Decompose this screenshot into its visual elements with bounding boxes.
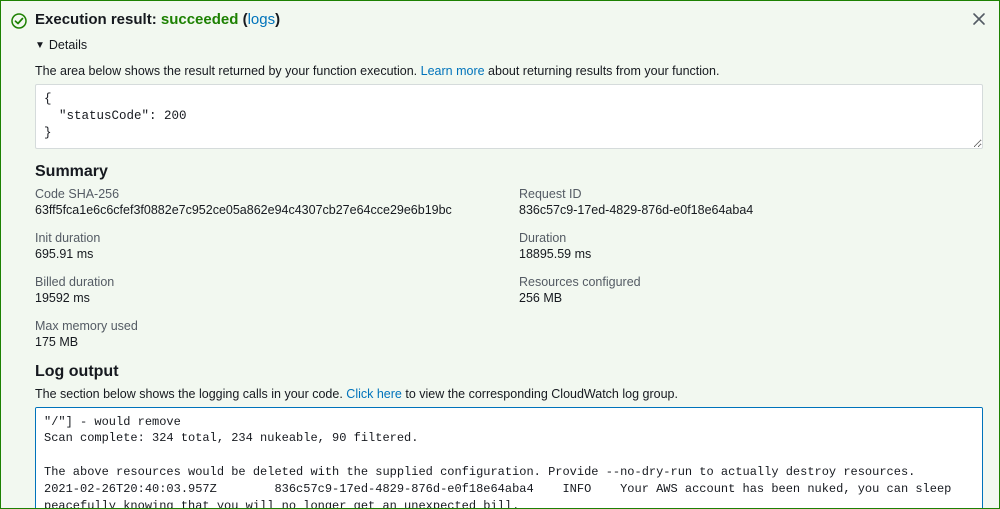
details-toggle-label: Details xyxy=(49,38,87,52)
title-prefix: Execution result: xyxy=(35,11,161,28)
log-output-box[interactable]: "/"] - would remove Scan complete: 324 t… xyxy=(35,407,983,509)
kv-request-id: Request ID 836c57c9-17ed-4829-876d-e0f18… xyxy=(519,187,983,217)
cloudwatch-click-here-link[interactable]: Click here xyxy=(346,387,402,401)
kv-billed-duration: Billed duration 19592 ms xyxy=(35,275,499,305)
details-toggle[interactable]: ▼ Details xyxy=(35,38,87,52)
chevron-down-icon: ▼ xyxy=(35,40,45,51)
success-check-icon xyxy=(11,13,27,29)
kv-init-duration: Init duration 695.91 ms xyxy=(35,231,499,261)
execution-result-panel: Execution result: succeeded (logs) ▼ Det… xyxy=(0,0,1000,509)
execution-result-title: Execution result: succeeded (logs) xyxy=(35,11,983,28)
learn-more-link[interactable]: Learn more xyxy=(421,64,485,78)
result-intro: The area below shows the result returned… xyxy=(35,64,983,78)
kv-max-memory-used: Max memory used 175 MB xyxy=(35,319,499,349)
logs-link[interactable]: logs xyxy=(248,11,276,28)
status-text: succeeded xyxy=(161,11,239,28)
log-output-heading: Log output xyxy=(35,363,983,381)
summary-grid: Code SHA-256 63ff5fca1e6c6cfef3f0882e7c9… xyxy=(35,187,983,349)
result-json-box[interactable]: { "statusCode": 200 } xyxy=(35,84,983,149)
kv-code-sha256: Code SHA-256 63ff5fca1e6c6cfef3f0882e7c9… xyxy=(35,187,499,217)
kv-duration: Duration 18895.59 ms xyxy=(519,231,983,261)
summary-heading: Summary xyxy=(35,163,983,181)
log-intro: The section below shows the logging call… xyxy=(35,387,983,401)
kv-resources-configured: Resources configured 256 MB xyxy=(519,275,983,305)
close-icon[interactable] xyxy=(971,11,989,29)
